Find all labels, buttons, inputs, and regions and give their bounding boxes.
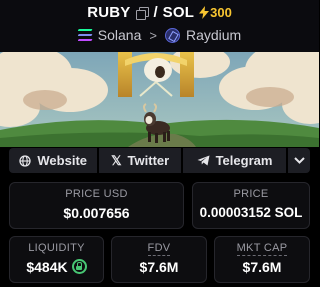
liquidity-value-row: $484K <box>10 259 103 275</box>
pair-separator: / <box>153 4 158 21</box>
globe-icon <box>19 154 32 167</box>
fdv-card: FDV $7.6M <box>111 236 207 283</box>
liquidity-label: LIQUIDITY <box>28 242 85 254</box>
price-native-card: PRICE 0.00003152 SOL <box>192 182 310 229</box>
mktcap-card: MKT CAP $7.6M <box>214 236 310 283</box>
twitter-button[interactable]: 𝕏 Twitter <box>99 148 181 173</box>
raydium-icon <box>164 27 180 43</box>
liquidity-value: $484K <box>26 259 68 275</box>
pair-title-row: RUBY / SOL 300 <box>0 4 319 21</box>
price-usd-card: PRICE USD $0.007656 <box>9 182 184 229</box>
mktcap-value: $7.6M <box>242 259 282 275</box>
boost-count: 300 <box>210 5 232 20</box>
website-label: Website <box>37 153 87 168</box>
telegram-label: Telegram <box>215 153 273 168</box>
more-links-button[interactable] <box>288 148 311 173</box>
boost-badge[interactable]: 300 <box>199 5 232 20</box>
social-links-bar: Website 𝕏 Twitter Telegram <box>9 148 311 173</box>
mktcap-label[interactable]: MKT CAP <box>236 242 288 256</box>
x-logo-icon: 𝕏 <box>111 152 122 168</box>
price-label: PRICE <box>233 188 269 200</box>
dex-name[interactable]: Raydium <box>186 27 241 43</box>
price-usd-value: $0.007656 <box>63 205 130 221</box>
quote-symbol: SOL <box>162 4 195 21</box>
liquidity-card: LIQUIDITY $484K <box>9 236 104 283</box>
chain-dex-row: Solana > Raydium <box>0 27 319 43</box>
website-button[interactable]: Website <box>9 148 98 173</box>
token-banner-image <box>0 52 319 147</box>
telegram-button[interactable]: Telegram <box>182 148 287 173</box>
price-usd-label: PRICE USD <box>65 188 128 200</box>
chevron-down-icon <box>293 157 305 164</box>
base-symbol: RUBY <box>87 4 131 21</box>
pair-header: RUBY / SOL 300 Solana > Raydium <box>0 0 319 52</box>
lock-icon[interactable] <box>71 259 87 274</box>
fdv-label[interactable]: FDV <box>147 242 171 256</box>
chevron-right-icon: > <box>149 27 157 43</box>
twitter-label: Twitter <box>127 153 170 168</box>
solana-icon <box>77 29 93 41</box>
copy-icon[interactable] <box>135 7 149 20</box>
chain-name[interactable]: Solana <box>98 27 142 43</box>
price-native-value: 0.00003152 SOL <box>199 205 303 220</box>
fdv-value: $7.6M <box>139 259 179 275</box>
telegram-icon <box>197 155 210 166</box>
lightning-icon <box>199 6 210 19</box>
